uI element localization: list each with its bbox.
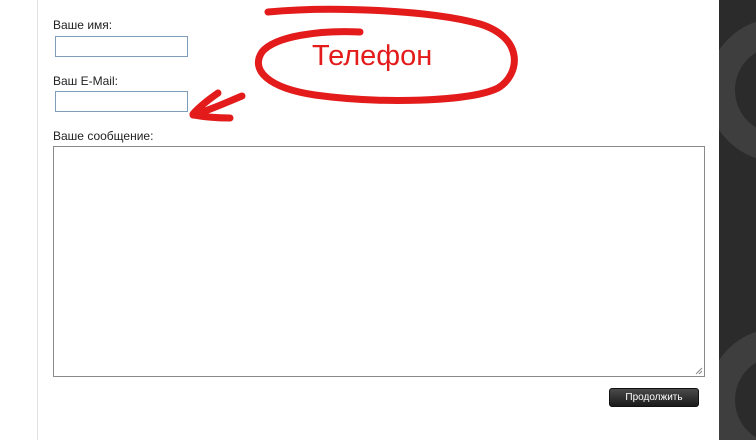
continue-button[interactable]: Продолжить	[609, 388, 699, 407]
email-input[interactable]	[55, 91, 188, 112]
page: Ваше имя: Ваш E-Mail: Ваше сообщение: Пр…	[0, 0, 756, 440]
annotation-text: Телефон	[312, 40, 433, 72]
content-left-border	[37, 0, 38, 440]
email-label: Ваш E-Mail:	[53, 74, 118, 88]
message-label: Ваше сообщение:	[53, 129, 154, 143]
name-label: Ваше имя:	[53, 18, 113, 32]
decorative-side-panel	[719, 0, 756, 440]
annotation-arrow-shaft	[189, 92, 246, 119]
resize-grip-icon[interactable]	[693, 365, 703, 375]
annotation-circle-scribble	[254, 5, 518, 104]
name-input[interactable]	[55, 36, 188, 57]
ring-pattern-icon	[719, 21, 756, 440]
annotation-arrow-head-icon	[189, 89, 234, 122]
message-textarea[interactable]	[53, 146, 705, 377]
